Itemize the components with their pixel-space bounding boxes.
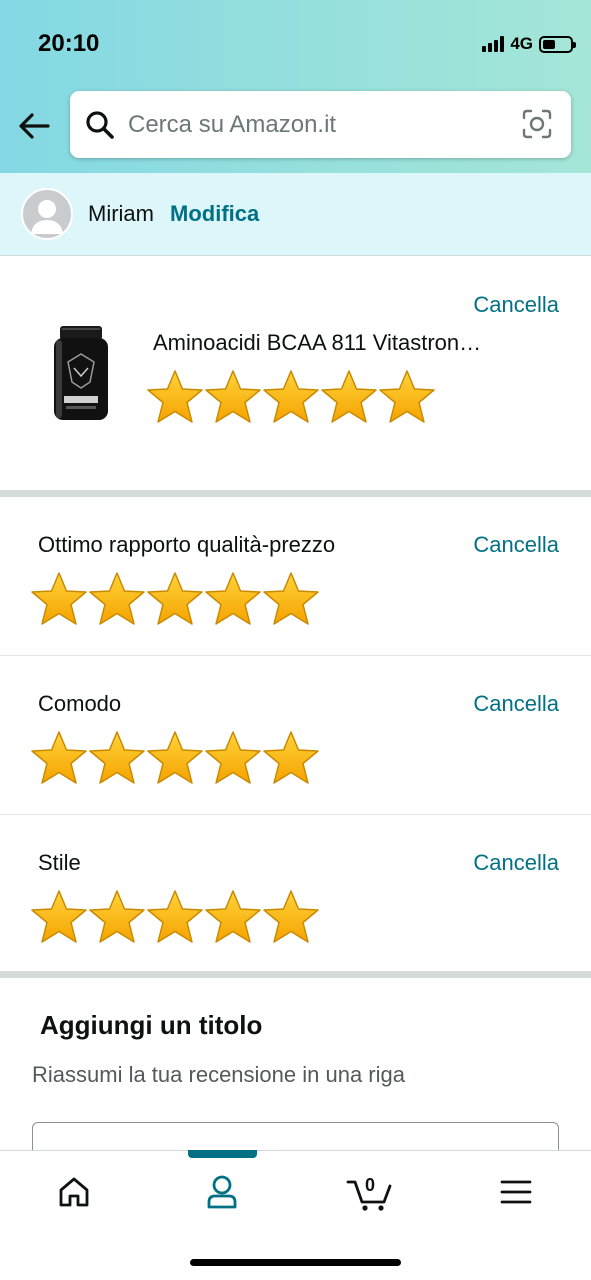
search-bar[interactable]: [70, 91, 571, 158]
divider: [0, 814, 591, 815]
profile-bar: Miriam Modifica: [0, 173, 591, 256]
battery-icon: [539, 35, 576, 53]
camera-scan-icon[interactable]: [521, 108, 553, 140]
tab-cart[interactable]: 0: [340, 1167, 400, 1217]
star-icon[interactable]: [146, 369, 204, 425]
attribute-cancel-link[interactable]: Cancella: [473, 850, 559, 876]
star-icon[interactable]: [88, 730, 146, 786]
arrow-left-icon[interactable]: [14, 106, 54, 146]
star-icon[interactable]: [262, 369, 320, 425]
product-rating-section: Cancella Aminoacidi BCAA 811 Vitastron…: [0, 256, 591, 490]
edit-profile-link[interactable]: Modifica: [170, 201, 259, 227]
star-icon[interactable]: [30, 571, 88, 627]
profile-name: Miriam: [88, 201, 154, 226]
divider: [0, 655, 591, 656]
attribute-label-value: Ottimo rapporto qualità-prezzo: [38, 532, 336, 557]
tab-home[interactable]: [44, 1167, 104, 1217]
attribute-cancel-link[interactable]: Cancella: [473, 691, 559, 717]
signal-icon: [482, 36, 505, 52]
star-icon[interactable]: [262, 889, 320, 945]
star-icon[interactable]: [88, 889, 146, 945]
product-image[interactable]: [48, 326, 114, 422]
search-icon: [86, 110, 114, 139]
star-icon[interactable]: [204, 571, 262, 627]
star-icon[interactable]: [204, 889, 262, 945]
active-tab-indicator: [188, 1150, 257, 1158]
attribute-star-rating-value[interactable]: [30, 571, 320, 627]
star-icon[interactable]: [378, 369, 436, 425]
status-time: 20:10: [38, 30, 100, 57]
product-title: Aminoacidi BCAA 811 Vitastron…: [153, 330, 482, 355]
network-type: 4G: [510, 34, 533, 53]
status-indicators: 4G: [482, 32, 576, 56]
star-icon[interactable]: [204, 730, 262, 786]
star-icon[interactable]: [88, 571, 146, 627]
add-title-heading: Aggiungi un titolo: [40, 1010, 263, 1040]
section-divider: [0, 971, 591, 978]
star-icon[interactable]: [146, 730, 204, 786]
cart-count-badge: 0: [364, 1175, 375, 1195]
avatar: [21, 188, 73, 240]
header: 20:10 4G: [0, 0, 591, 173]
attribute-cancel-link[interactable]: Cancella: [473, 532, 559, 558]
attribute-label-comfort: Comodo: [38, 691, 122, 716]
star-icon[interactable]: [320, 369, 378, 425]
star-icon[interactable]: [146, 889, 204, 945]
product-cancel-link[interactable]: Cancella: [473, 292, 559, 318]
home-icon: [59, 1177, 89, 1207]
tab-account[interactable]: [192, 1167, 252, 1217]
star-icon[interactable]: [30, 889, 88, 945]
tab-menu[interactable]: [486, 1167, 546, 1217]
product-star-rating[interactable]: [146, 369, 436, 425]
star-icon[interactable]: [146, 571, 204, 627]
person-icon: [31, 200, 63, 234]
home-indicator: [190, 1259, 401, 1266]
star-icon[interactable]: [262, 571, 320, 627]
menu-icon: [500, 1180, 532, 1204]
attribute-star-rating-style[interactable]: [30, 889, 320, 945]
search-input[interactable]: [128, 110, 498, 139]
star-icon[interactable]: [204, 369, 262, 425]
attribute-star-rating-comfort[interactable]: [30, 730, 320, 786]
star-icon[interactable]: [262, 730, 320, 786]
account-icon: [207, 1175, 237, 1209]
add-title-subtitle: Riassumi la tua recensione in una riga: [32, 1062, 405, 1087]
section-divider: [0, 490, 591, 497]
star-icon[interactable]: [30, 730, 88, 786]
attribute-label-style: Stile: [38, 850, 81, 875]
